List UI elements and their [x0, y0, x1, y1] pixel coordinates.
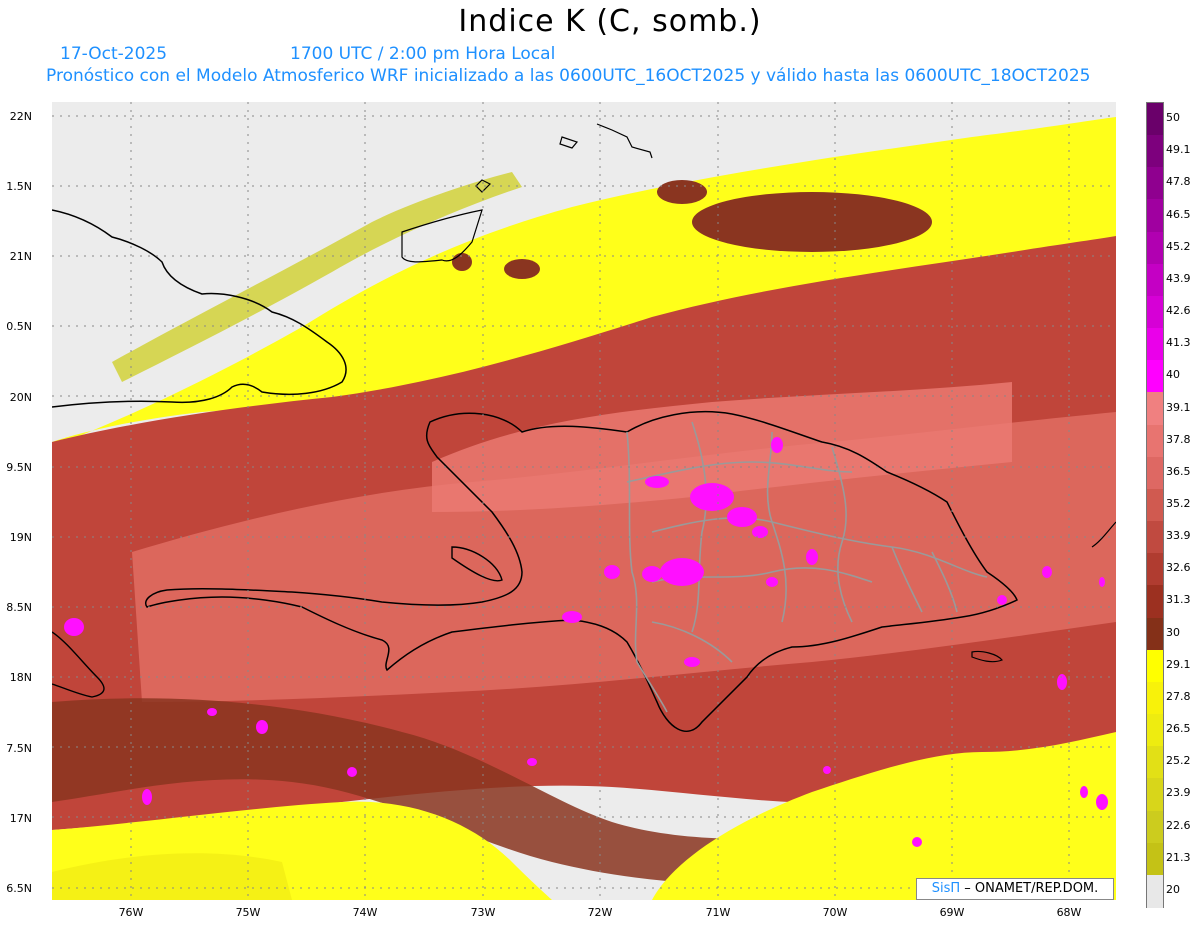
colorbar-label: 22.6 [1166, 818, 1191, 832]
colorbar-label: 26.5 [1166, 722, 1191, 736]
lon-label: 74W [352, 906, 378, 919]
lat-label: 7.5N [6, 742, 32, 755]
colorbar-segment [1147, 328, 1163, 362]
lat-label: 0.5N [6, 320, 32, 333]
credit-logo: SisΠ [931, 881, 961, 896]
colorbar-segment [1147, 199, 1163, 233]
forecast-description: Pronóstico con el Modelo Atmosferico WRF… [46, 66, 1091, 86]
dark-patch-north [692, 192, 932, 252]
lat-label: 17N [9, 812, 32, 825]
colorbar-segment [1147, 617, 1163, 651]
map-canvas [52, 102, 1116, 900]
colorbar-label: 50 [1166, 111, 1180, 125]
lat-label: 21N [9, 250, 32, 263]
colorbar-label: 42.6 [1166, 304, 1191, 318]
colorbar-label: 47.8 [1166, 175, 1191, 189]
forecast-date: 17-Oct-2025 [60, 44, 168, 64]
colorbar-segment [1147, 103, 1163, 136]
colorbar-label: 32.6 [1166, 561, 1191, 575]
lat-label: 1.5N [6, 180, 32, 193]
lon-label: 72W [587, 906, 613, 919]
colorbar-label: 46.5 [1166, 207, 1191, 221]
lat-label: 20N [9, 391, 32, 404]
colorbar-label: 37.8 [1166, 432, 1191, 446]
colorbar-segment [1147, 392, 1163, 426]
colorbar-label: 30 [1166, 625, 1180, 639]
lat-label: 22N [9, 110, 32, 123]
lon-label: 76W [118, 906, 144, 919]
colorbar [1146, 102, 1164, 908]
colorbar-label: 40 [1166, 368, 1180, 382]
colorbar-label: 21.3 [1166, 850, 1191, 864]
colorbar-segment [1147, 810, 1163, 844]
colorbar-segment [1147, 295, 1163, 329]
colorbar-segment [1147, 746, 1163, 780]
colorbar-segment [1147, 263, 1163, 297]
colorbar-segment [1147, 424, 1163, 458]
lat-label: 6.5N [6, 882, 32, 895]
colorbar-segment [1147, 714, 1163, 748]
colorbar-segment [1147, 456, 1163, 490]
colorbar-segment [1147, 167, 1163, 201]
colorbar-label: 39.1 [1166, 400, 1191, 414]
lat-label: 8.5N [6, 601, 32, 614]
colorbar-label: 49.1 [1166, 143, 1191, 157]
colorbar-segment [1147, 360, 1163, 394]
lon-label: 73W [470, 906, 496, 919]
colorbar-label: 36.5 [1166, 464, 1191, 478]
colorbar-segment [1147, 649, 1163, 683]
lon-label: 71W [705, 906, 731, 919]
colorbar-segment [1147, 585, 1163, 619]
colorbar-segment [1147, 553, 1163, 587]
colorbar-label: 29.1 [1166, 657, 1191, 671]
lat-label: 19N [9, 531, 32, 544]
colorbar-segment [1147, 874, 1163, 908]
colorbar-label: 23.9 [1166, 786, 1191, 800]
colorbar-label: 20 [1166, 882, 1180, 896]
colorbar-segment [1147, 488, 1163, 522]
colorbar-label: 45.2 [1166, 239, 1191, 253]
credit-box: SisΠ – ONAMET/REP.DOM. [916, 878, 1114, 900]
colorbar-label: 31.3 [1166, 593, 1191, 607]
colorbar-label: 27.8 [1166, 689, 1191, 703]
colorbar-segment [1147, 521, 1163, 555]
colorbar-label: 33.9 [1166, 529, 1191, 543]
colorbar-segment [1147, 842, 1163, 876]
colorbar-segment [1147, 681, 1163, 715]
colorbar-label: 35.2 [1166, 497, 1191, 510]
map-title: Indice K (C, somb.) [458, 4, 762, 39]
forecast-time: 1700 UTC / 2:00 pm Hora Local [290, 44, 556, 64]
k-index-map [52, 102, 1116, 900]
lat-label: 9.5N [6, 461, 32, 474]
lat-label: 18N [9, 671, 32, 684]
colorbar-segment [1147, 778, 1163, 812]
colorbar-label: 43.9 [1166, 271, 1191, 285]
colorbar-segment [1147, 135, 1163, 169]
lon-label: 75W [235, 906, 261, 919]
credit-text: – ONAMET/REP.DOM. [960, 881, 1099, 896]
colorbar-label: 25.2 [1166, 754, 1191, 768]
colorbar-label: 41.3 [1166, 336, 1191, 350]
colorbar-segment [1147, 231, 1163, 265]
lon-label: 69W [939, 906, 965, 919]
lon-label: 70W [822, 906, 848, 919]
lon-label: 68W [1056, 906, 1082, 919]
